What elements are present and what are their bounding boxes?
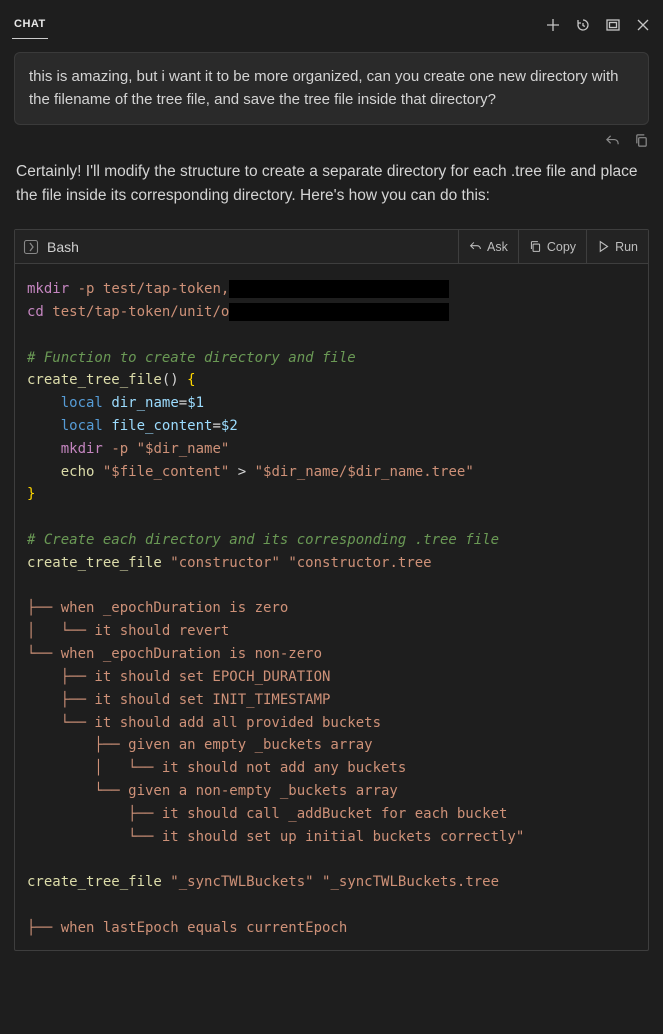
t: cd	[27, 304, 44, 320]
t: "$dir_name/$dir_name.tree"	[255, 464, 474, 480]
reply-icon[interactable]	[605, 133, 620, 148]
t: ├── when lastEpoch equals currentEpoch	[27, 920, 347, 936]
code-ask-label: Ask	[487, 240, 508, 254]
t: "_syncTWLBuckets.tree	[322, 874, 499, 890]
copy-message-icon[interactable]	[634, 133, 649, 148]
code-copy-label: Copy	[547, 240, 576, 254]
t: test/tap-token,	[103, 281, 229, 297]
t: "constructor"	[170, 555, 280, 571]
bash-icon	[23, 239, 39, 255]
user-message-actions	[14, 133, 649, 148]
chat-tab[interactable]: CHAT	[12, 12, 48, 39]
copy-icon	[529, 240, 542, 253]
play-icon	[597, 240, 610, 253]
t: └── when _epochDuration is non-zero	[27, 646, 322, 662]
t: ├── it should set EPOCH_DURATION	[27, 669, 330, 685]
redacted-block	[229, 303, 449, 321]
new-chat-icon[interactable]	[545, 17, 561, 33]
t: create_tree_file	[27, 874, 162, 890]
t: $1	[187, 395, 204, 411]
t: local	[61, 418, 103, 434]
reply-arrow-icon	[469, 240, 482, 253]
code-copy-button[interactable]: Copy	[518, 230, 586, 263]
t: ├── given an empty _buckets array	[27, 737, 373, 753]
code-language: Bash	[23, 239, 79, 255]
code-block: Bash Ask Copy Run mkdir -p test/tap-toke…	[14, 229, 649, 951]
code-body[interactable]: mkdir -p test/tap-token, cd test/tap-tok…	[15, 264, 648, 950]
code-language-label: Bash	[47, 239, 79, 255]
t: "$dir_name"	[137, 441, 230, 457]
redacted-block	[229, 280, 449, 298]
t: echo	[61, 464, 95, 480]
t: test/tap-token/unit/o	[52, 304, 229, 320]
t: local	[61, 395, 103, 411]
t: └── it should set up initial buckets cor…	[27, 829, 524, 845]
t: ├── it should call _addBucket for each b…	[27, 806, 507, 822]
t: └── given a non-empty _buckets array	[27, 783, 398, 799]
t: # Function to create directory and file	[27, 350, 356, 366]
t: $2	[221, 418, 238, 434]
code-actions: Ask Copy Run	[458, 230, 648, 263]
t: mkdir	[61, 441, 103, 457]
history-icon[interactable]	[575, 17, 591, 33]
chat-header: CHAT	[0, 0, 663, 42]
header-actions	[545, 17, 651, 33]
t: # Create each directory and its correspo…	[27, 532, 499, 548]
t: create_tree_file	[27, 555, 162, 571]
t: "$file_content"	[103, 464, 229, 480]
t: ├── when _epochDuration is zero	[27, 600, 288, 616]
user-message: this is amazing, but i want it to be mor…	[14, 52, 649, 125]
chat-content: this is amazing, but i want it to be mor…	[0, 42, 663, 961]
t: file_content	[111, 418, 212, 434]
code-run-button[interactable]: Run	[586, 230, 648, 263]
close-icon[interactable]	[635, 17, 651, 33]
t: "constructor.tree	[288, 555, 431, 571]
code-header: Bash Ask Copy Run	[15, 230, 648, 264]
t: -p	[78, 281, 95, 297]
t: create_tree_file	[27, 372, 162, 388]
t: "_syncTWLBuckets"	[170, 874, 313, 890]
t: ├── it should set INIT_TIMESTAMP	[27, 692, 330, 708]
t: mkdir	[27, 281, 69, 297]
assistant-message: Certainly! I'll modify the structure to …	[14, 160, 649, 210]
t: >	[238, 464, 246, 480]
t: │ └── it should not add any buckets	[27, 760, 406, 776]
t: -p	[111, 441, 128, 457]
t: └── it should add all provided buckets	[27, 715, 381, 731]
t: │ └── it should revert	[27, 623, 229, 639]
code-ask-button[interactable]: Ask	[458, 230, 518, 263]
t: dir_name	[111, 395, 178, 411]
code-run-label: Run	[615, 240, 638, 254]
window-icon[interactable]	[605, 17, 621, 33]
